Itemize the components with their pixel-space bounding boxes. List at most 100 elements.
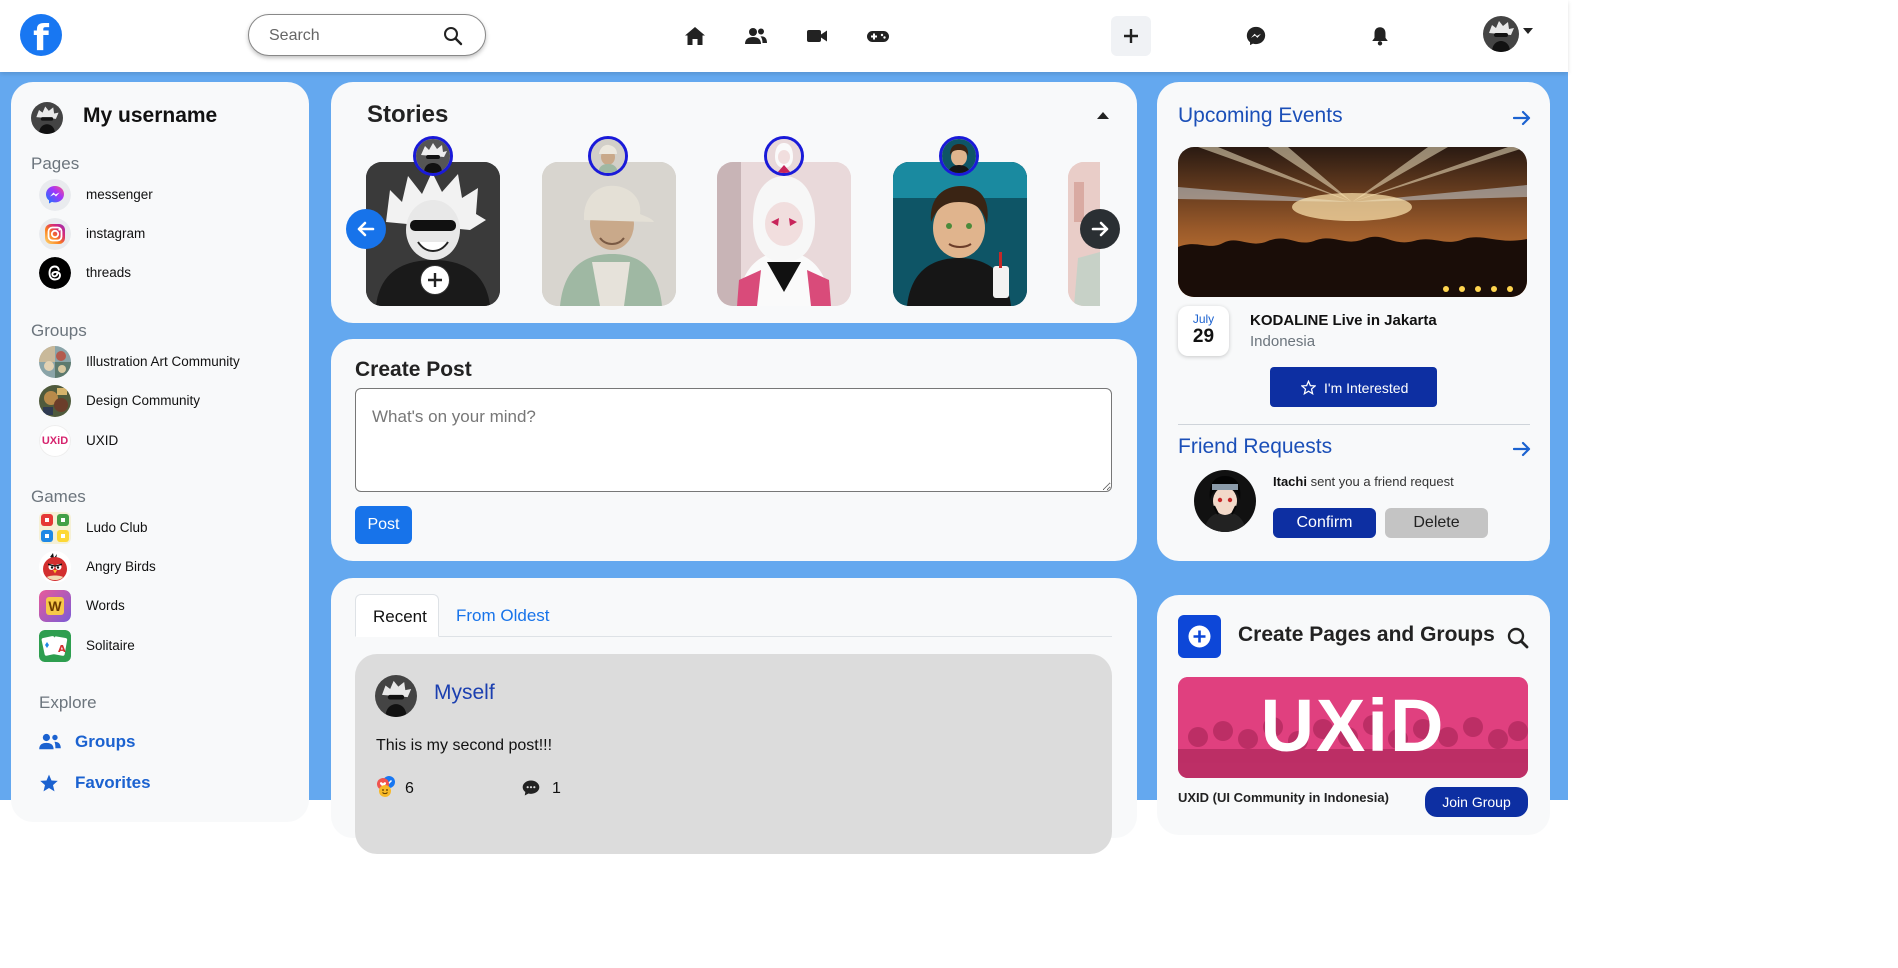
users-icon: [39, 733, 61, 750]
stories-next-button[interactable]: [1080, 209, 1120, 249]
create-page-button[interactable]: [1178, 615, 1221, 658]
bell-icon[interactable]: [1369, 25, 1391, 47]
tab-from-oldest[interactable]: From Oldest: [439, 594, 567, 637]
event-month: July: [1192, 312, 1215, 326]
avatar[interactable]: [1483, 16, 1519, 52]
arrow-right-icon: [1091, 221, 1109, 237]
uxid-banner-text: UXiD: [1260, 684, 1446, 767]
group-name[interactable]: UXID (UI Community in Indonesia): [1178, 790, 1389, 805]
reactions-icon[interactable]: [375, 774, 399, 798]
sidebar-item-label: Illustration Art Community: [86, 354, 240, 369]
words-icon: W: [39, 590, 71, 622]
upcoming-events-title[interactable]: Upcoming Events: [1178, 104, 1343, 128]
add-story-button[interactable]: [420, 265, 450, 295]
search-box: [248, 14, 486, 56]
sidebar-item-words[interactable]: W Words: [39, 590, 299, 622]
sidebar-item-label: Design Community: [86, 393, 201, 408]
arrow-right-icon[interactable]: [1513, 441, 1531, 457]
sidebar-item-label: messenger: [86, 187, 153, 202]
angry-birds-icon: [39, 551, 71, 583]
event-image[interactable]: [1178, 147, 1527, 297]
plus-icon: [428, 273, 442, 287]
friend-request-avatar[interactable]: [1194, 470, 1256, 532]
story-avatar[interactable]: [413, 136, 453, 176]
sidebar-item-label: instagram: [86, 226, 146, 241]
groups-heading: Groups: [31, 321, 87, 340]
threads-icon: [39, 257, 71, 289]
stories-title: Stories: [367, 101, 449, 128]
top-navbar: f: [0, 0, 1568, 72]
friends-icon[interactable]: [744, 24, 768, 48]
avatar[interactable]: [31, 102, 63, 134]
delete-button[interactable]: Delete: [1385, 508, 1488, 538]
create-post-title: Create Post: [355, 358, 472, 381]
comment-icon[interactable]: [521, 778, 541, 798]
sidebar-item-angry-birds[interactable]: Angry Birds: [39, 551, 299, 583]
messenger-icon: [39, 179, 71, 211]
event-location: Indonesia: [1250, 333, 1316, 350]
video-icon[interactable]: [805, 24, 829, 48]
story-card[interactable]: [542, 162, 676, 306]
story-avatar[interactable]: [764, 136, 804, 176]
gaming-icon[interactable]: [866, 24, 890, 48]
sidebar-item-messenger[interactable]: messenger: [39, 179, 299, 211]
friend-requests-title[interactable]: Friend Requests: [1178, 435, 1332, 459]
sidebar-item-ludo-club[interactable]: Ludo Club: [39, 512, 299, 544]
arrow-right-icon[interactable]: [1513, 110, 1531, 126]
sidebar-item-solitaire[interactable]: A Solitaire: [39, 630, 299, 662]
plus-icon: [1124, 29, 1138, 43]
sidebar-item-design-community[interactable]: Design Community: [39, 385, 299, 417]
pages-heading: Pages: [31, 154, 80, 173]
story-avatar[interactable]: [939, 136, 979, 176]
search-input[interactable]: [269, 25, 429, 47]
friend-request-name[interactable]: Itachi: [1273, 474, 1307, 489]
sidebar-item-label: Ludo Club: [86, 520, 148, 535]
sidebar-item-illustration-art-community[interactable]: Illustration Art Community: [39, 346, 299, 378]
stories-card: Stories: [331, 82, 1137, 323]
post-text: This is my second post!!!: [376, 737, 553, 754]
home-icon[interactable]: [683, 24, 707, 48]
uxid-logo-icon: UXiD: [39, 425, 71, 457]
left-sidebar: My username Pages messenger instagram th…: [11, 82, 309, 822]
sidebar-item-threads[interactable]: threads: [39, 257, 299, 289]
post-textarea[interactable]: [355, 388, 1112, 492]
sidebar-item-label: Words: [86, 598, 125, 613]
messenger-icon[interactable]: [1245, 25, 1267, 47]
facebook-logo-icon[interactable]: f: [20, 14, 62, 56]
account-dropdown-icon[interactable]: [1523, 28, 1533, 34]
story-avatar[interactable]: [588, 136, 628, 176]
sidebar-item-instagram[interactable]: instagram: [39, 218, 299, 250]
sidebar-item-label: Solitaire: [86, 638, 135, 653]
search-icon[interactable]: [443, 26, 463, 46]
collapse-caret-icon[interactable]: [1097, 112, 1109, 119]
event-date: July 29: [1178, 306, 1229, 356]
create-post-card: Create Post Post: [331, 339, 1137, 561]
create-plus-button[interactable]: [1111, 16, 1151, 56]
solitaire-icon: A: [39, 630, 71, 662]
profile-username[interactable]: My username: [83, 104, 217, 128]
interested-button[interactable]: I'm Interested: [1270, 367, 1437, 407]
event-title[interactable]: KODALINE Live in Jakarta: [1250, 312, 1437, 329]
explore-heading: Explore: [39, 693, 97, 712]
post-author[interactable]: Myself: [434, 681, 495, 705]
ludo-club-icon: [39, 512, 71, 544]
post-button[interactable]: Post: [355, 506, 412, 544]
sidebar-item-label: Angry Birds: [86, 559, 156, 574]
sidebar-item-uxid[interactable]: UXiD UXID: [39, 425, 299, 457]
join-group-button[interactable]: Join Group: [1425, 787, 1528, 817]
confirm-button[interactable]: Confirm: [1273, 508, 1376, 538]
story-card[interactable]: [893, 162, 1027, 306]
event-day: 29: [1192, 326, 1215, 347]
search-icon[interactable]: [1507, 627, 1529, 649]
friend-request-text: Itachi sent you a friend request: [1273, 474, 1454, 489]
uxid-banner-image[interactable]: UXiD: [1178, 677, 1528, 778]
star-outline-icon: [1301, 380, 1316, 395]
avatar[interactable]: [375, 675, 417, 717]
tab-recent[interactable]: Recent: [355, 594, 439, 637]
story-card[interactable]: [717, 162, 851, 306]
stories-prev-button[interactable]: [346, 209, 386, 249]
games-heading: Games: [31, 487, 86, 506]
events-card: Upcoming Events July 29 KODALINE Live in…: [1157, 82, 1550, 561]
sidebar-item-label: threads: [86, 265, 132, 280]
instagram-icon: [39, 218, 71, 250]
